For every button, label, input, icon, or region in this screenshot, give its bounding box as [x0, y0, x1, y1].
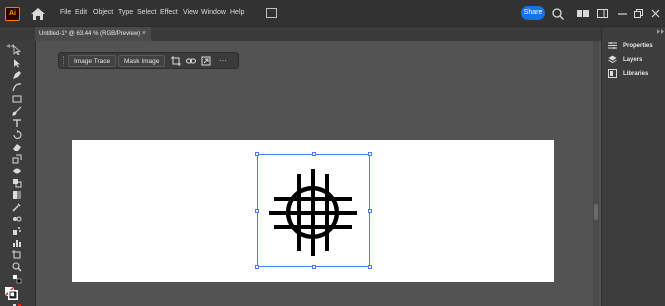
blend-icon: [13, 216, 22, 222]
layers-icon: [608, 55, 617, 64]
pen-icon: [13, 71, 21, 79]
menu-view[interactable]: View: [183, 8, 198, 18]
pen-tool[interactable]: [8, 70, 26, 80]
width-icon: [13, 168, 21, 174]
app-logo[interactable]: Ai: [5, 7, 20, 21]
panel-item-label: Layers: [623, 57, 643, 63]
paintbrush-icon: [12, 106, 22, 116]
scrollbar-thumb[interactable]: [594, 204, 598, 220]
home-icon[interactable]: [30, 7, 46, 21]
gradient-tool[interactable]: [8, 190, 26, 200]
curvature-icon: [12, 83, 22, 92]
close-icon[interactable]: [649, 7, 663, 20]
share-button[interactable]: Share: [521, 6, 545, 20]
minimize-icon[interactable]: [616, 7, 630, 20]
drag-handle-icon[interactable]: [63, 56, 65, 66]
selection-tool[interactable]: [8, 45, 26, 55]
mask-image-button[interactable]: Mask Image: [118, 55, 166, 67]
fill-stroke-swap-icon: [13, 275, 22, 284]
artboard-icon: [12, 250, 21, 259]
scale-icon: [12, 154, 22, 164]
panel-item-label: Libraries: [623, 71, 649, 77]
menu-edit[interactable]: Edit: [75, 8, 87, 18]
menu-object[interactable]: Object: [93, 8, 113, 18]
gradient-icon: [13, 191, 21, 199]
artboard-tool[interactable]: [8, 250, 26, 260]
resize-handle[interactable]: [368, 265, 372, 269]
rotate-tool[interactable]: [8, 130, 26, 140]
more-options-icon[interactable]: ···: [216, 56, 230, 66]
menu-type[interactable]: Type: [118, 8, 133, 18]
resize-handle[interactable]: [255, 209, 259, 213]
vertical-scrollbar[interactable]: [593, 41, 599, 306]
menu-effect[interactable]: Effect: [160, 8, 178, 18]
shape-builder-tool[interactable]: [8, 178, 26, 188]
panel-layout-icon[interactable]: [596, 7, 610, 20]
column-graph-icon: [13, 240, 21, 247]
search-icon[interactable]: [551, 7, 565, 20]
document-tab[interactable]: Untitled-1* @ 63.44 % (RGB/Preview) ×: [35, 27, 151, 41]
link-icon[interactable]: [186, 56, 196, 66]
rotate-icon: [13, 130, 22, 139]
fill-stroke-icon: [4, 286, 18, 300]
eraser-tool[interactable]: [8, 142, 26, 152]
column-graph-tool[interactable]: [8, 238, 26, 248]
type-tool[interactable]: [8, 118, 26, 128]
collapse-panel-icon[interactable]: [656, 29, 664, 34]
selection-arrow-icon: [13, 45, 22, 55]
menu-file[interactable]: File: [60, 8, 71, 18]
paintbrush-tool[interactable]: [8, 106, 26, 116]
resize-handle[interactable]: [368, 209, 372, 213]
blend-tool[interactable]: [8, 214, 26, 224]
panel-layers[interactable]: Layers: [606, 54, 665, 66]
eyedropper-tool[interactable]: [8, 202, 26, 212]
document-tab-label: Untitled-1* @ 63.44 % (RGB/Preview): [39, 31, 141, 37]
menu-bar: Ai File Edit Object Type Select Effect V…: [0, 0, 665, 27]
scale-tool[interactable]: [8, 154, 26, 164]
resize-handle[interactable]: [255, 152, 259, 156]
restore-icon[interactable]: [632, 7, 646, 20]
width-tool[interactable]: [8, 166, 26, 176]
resize-handle[interactable]: [312, 152, 316, 156]
eraser-icon: [13, 144, 21, 151]
fill-stroke-swatches[interactable]: [4, 286, 18, 300]
menu-select[interactable]: Select: [137, 8, 156, 18]
resize-handle[interactable]: [312, 265, 316, 269]
resize-handle[interactable]: [255, 265, 259, 269]
shape-builder-icon: [13, 179, 22, 188]
close-tab-icon[interactable]: ×: [142, 27, 146, 41]
panel-libraries[interactable]: Libraries: [606, 68, 665, 80]
symbol-sprayer-tool[interactable]: [8, 226, 26, 236]
fill-stroke-swap[interactable]: [8, 274, 26, 284]
zoom-tool[interactable]: [8, 262, 26, 272]
workspace-switcher-icon[interactable]: [576, 7, 590, 20]
document-tab-bar: Untitled-1* @ 63.44 % (RGB/Preview) ×: [0, 27, 665, 41]
crop-image-icon[interactable]: [171, 56, 181, 66]
eyedropper-icon: [12, 203, 21, 212]
symbol-sprayer-icon: [13, 227, 21, 235]
contextual-task-bar: Image Trace Mask Image ···: [58, 52, 239, 69]
direct-selection-icon: [14, 59, 20, 68]
rectangle-icon: [12, 95, 22, 103]
panel-item-label: Properties: [623, 43, 653, 49]
selection-bounding-box[interactable]: [255, 152, 372, 269]
curvature-tool[interactable]: [8, 82, 26, 92]
menu-window[interactable]: Window: [201, 8, 226, 18]
properties-icon: [608, 42, 617, 49]
tools-panel: [0, 41, 36, 306]
menu-help[interactable]: Help: [230, 8, 244, 18]
type-icon: [13, 119, 21, 127]
embed-icon[interactable]: [201, 56, 211, 66]
rectangle-tool[interactable]: [8, 94, 26, 104]
zoom-icon: [12, 262, 22, 272]
libraries-icon: [608, 69, 617, 78]
panel-properties[interactable]: Properties: [606, 40, 665, 52]
arrange-documents-icon[interactable]: [266, 8, 277, 18]
right-panel-dock: Properties Layers Libraries: [601, 27, 665, 306]
image-trace-button[interactable]: Image Trace: [68, 55, 117, 67]
resize-handle[interactable]: [368, 152, 372, 156]
direct-selection-tool[interactable]: [8, 58, 26, 68]
